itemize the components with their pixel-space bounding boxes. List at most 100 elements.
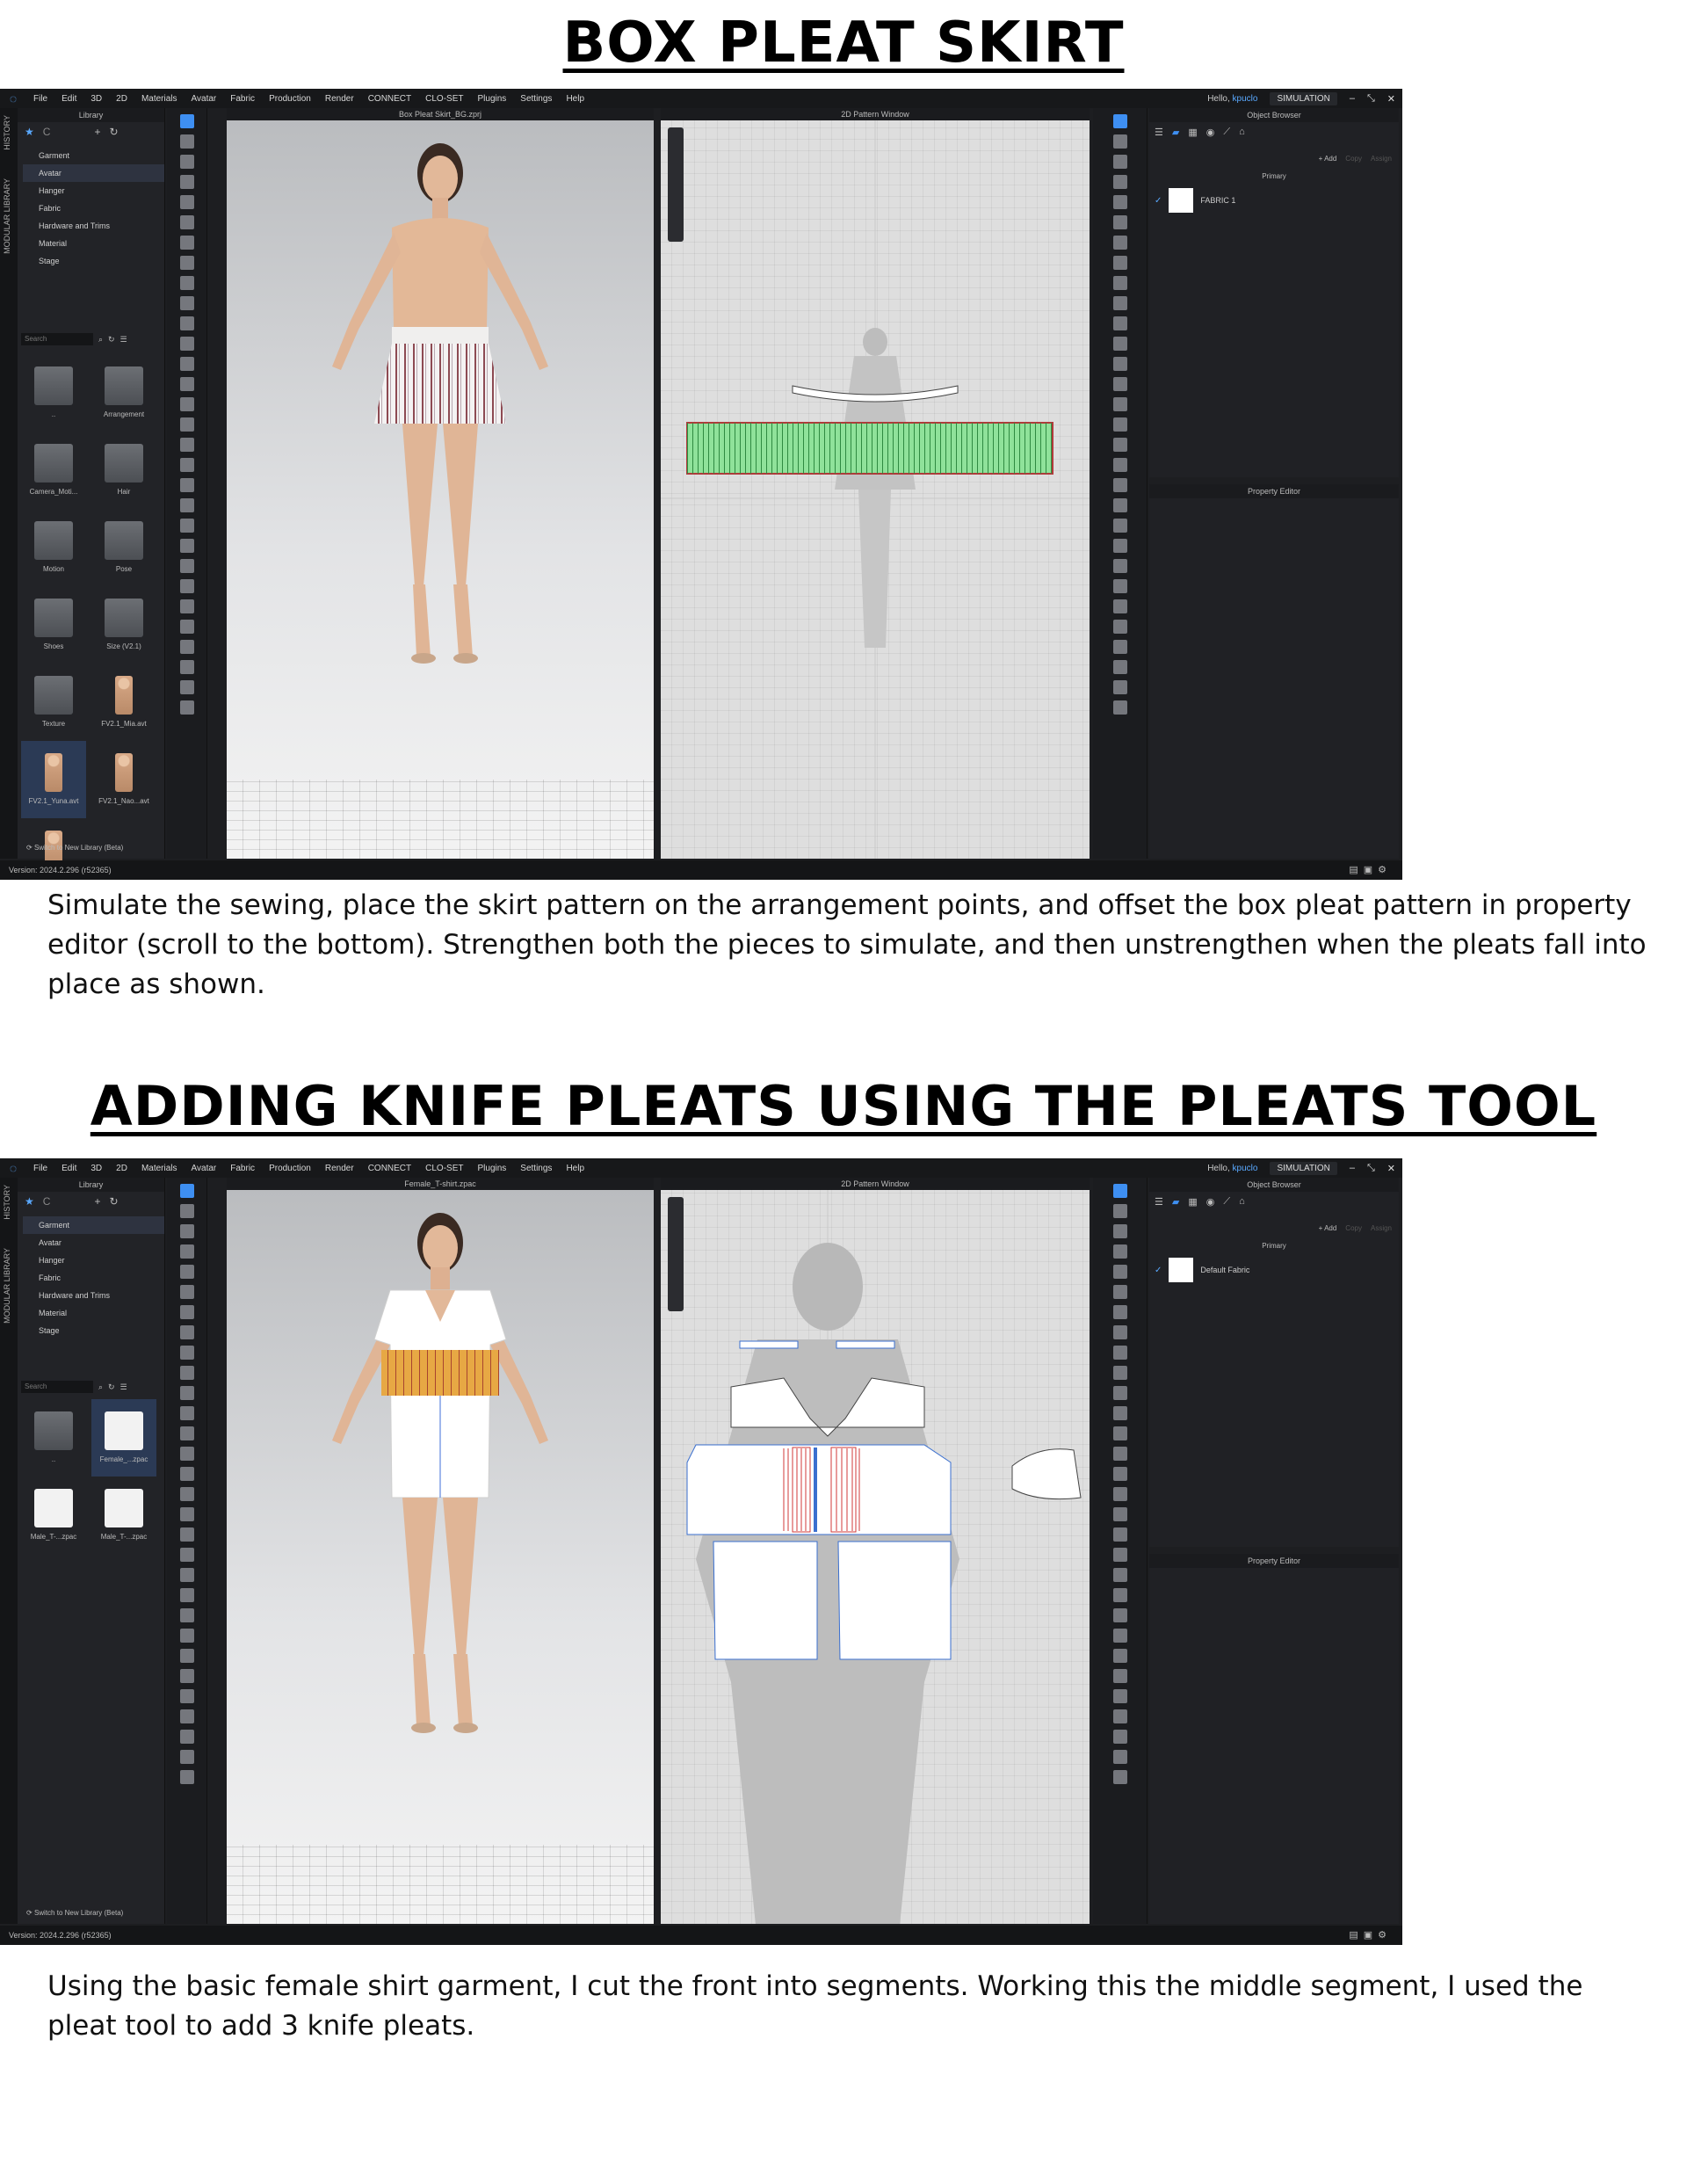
tool-icon[interactable]: [1112, 256, 1127, 270]
tree-item-fabric[interactable]: Fabric: [23, 1269, 164, 1287]
username[interactable]: kpuclo: [1233, 94, 1258, 104]
tool-icon[interactable]: [179, 539, 194, 553]
tool-icon[interactable]: [179, 155, 194, 169]
tool-icon[interactable]: [179, 1689, 194, 1703]
switch-library-link[interactable]: ⟳ Switch to New Library (Beta): [26, 1909, 123, 1917]
tool-icon[interactable]: [1112, 337, 1127, 351]
library-item[interactable]: Male_T-...zpac: [21, 1477, 86, 1554]
folder-add-icon[interactable]: +: [94, 1195, 100, 1208]
tool-icon[interactable]: [179, 1346, 194, 1360]
tool-icon[interactable]: [1112, 1325, 1127, 1339]
tool-icon[interactable]: [179, 1709, 194, 1723]
tool-icon[interactable]: [179, 640, 194, 654]
3d-viewport[interactable]: Box Pleat Skirt_BG.zprj: [227, 108, 654, 859]
menu-item[interactable]: CLO-SET: [418, 94, 470, 104]
tool-icon[interactable]: [1112, 620, 1127, 634]
tool-icon[interactable]: [1112, 660, 1127, 674]
tool-icon[interactable]: [1112, 316, 1127, 330]
tool-icon[interactable]: [179, 599, 194, 613]
tool-icon[interactable]: [1112, 1669, 1127, 1683]
refresh-icon[interactable]: ↻: [109, 126, 118, 138]
minimize-icon[interactable]: –: [1350, 93, 1355, 104]
tool-icon[interactable]: [179, 175, 194, 189]
button-icon[interactable]: ◉: [1206, 1196, 1215, 1208]
tool-icon[interactable]: [179, 1649, 194, 1663]
2d-pattern-window[interactable]: 2D Pattern Window: [661, 108, 1090, 859]
menu-item[interactable]: Edit: [54, 1164, 83, 1173]
tool-icon[interactable]: [179, 236, 194, 250]
tool-icon[interactable]: [1112, 276, 1127, 290]
search-input[interactable]: Search: [21, 1381, 93, 1393]
status-icons[interactable]: ▤▣⚙: [1349, 1926, 1392, 1945]
menu-item[interactable]: Plugins: [470, 1164, 513, 1173]
fabric-list-item[interactable]: ✓ FABRIC 1: [1155, 187, 1394, 214]
primary-colorway[interactable]: Primary: [1149, 170, 1399, 184]
minimize-icon[interactable]: –: [1350, 1163, 1355, 1173]
tool-icon[interactable]: [1112, 680, 1127, 694]
tool-icon[interactable]: [179, 1366, 194, 1380]
tree-item-hardware[interactable]: Hardware and Trims: [23, 1287, 164, 1304]
tool-icon[interactable]: [1112, 236, 1127, 250]
tool-icon[interactable]: [1112, 1750, 1127, 1764]
tool-icon[interactable]: [179, 215, 194, 229]
tool-icon[interactable]: [179, 620, 194, 634]
status-icons[interactable]: ▤▣⚙: [1349, 860, 1392, 880]
tool-icon[interactable]: [179, 1426, 194, 1440]
tool-icon[interactable]: [179, 1750, 194, 1764]
tool-icon[interactable]: [179, 1487, 194, 1501]
menu-item[interactable]: Settings: [513, 1164, 559, 1173]
menu-item[interactable]: CONNECT: [361, 94, 418, 104]
tree-item-material[interactable]: Material: [23, 1304, 164, 1322]
search-icon[interactable]: ⌕: [98, 1382, 103, 1392]
menu-item[interactable]: 2D: [109, 1164, 134, 1173]
menu-item[interactable]: Avatar: [185, 94, 224, 104]
refresh-icon[interactable]: ↻: [109, 1195, 118, 1208]
tool-icon[interactable]: [1112, 114, 1127, 128]
menu-item[interactable]: Materials: [134, 1164, 185, 1173]
restore-icon[interactable]: ⤡: [1367, 93, 1375, 105]
tool-icon[interactable]: [179, 1548, 194, 1562]
tool-icon[interactable]: [179, 256, 194, 270]
button-icon[interactable]: ◉: [1206, 127, 1215, 138]
tool-icon[interactable]: [179, 357, 194, 371]
menu-item[interactable]: 3D: [83, 1164, 109, 1173]
fabric-tab-icon[interactable]: ▰: [1172, 127, 1179, 138]
menu-item[interactable]: Fabric: [223, 1164, 262, 1173]
tree-item-avatar[interactable]: Avatar: [23, 1234, 164, 1252]
tree-item-material[interactable]: Material: [23, 235, 164, 252]
menu-item[interactable]: Fabric: [223, 94, 262, 104]
tool-icon[interactable]: [1112, 1244, 1127, 1259]
search-icon[interactable]: ⌕: [98, 335, 103, 345]
tool-icon[interactable]: [179, 1588, 194, 1602]
list-icon[interactable]: ☰: [1155, 127, 1163, 138]
library-item[interactable]: Pose: [91, 509, 156, 586]
fabric-tab-icon[interactable]: ▰: [1172, 1196, 1179, 1208]
fabric-list-item[interactable]: ✓ Default Fabric: [1155, 1257, 1394, 1283]
tool-icon[interactable]: [179, 498, 194, 512]
clo-icon[interactable]: C: [43, 126, 51, 138]
tool-icon[interactable]: [179, 296, 194, 310]
modular-library-tab[interactable]: MODULAR LIBRARY: [3, 1248, 11, 1324]
tool-icon[interactable]: [1112, 357, 1127, 371]
zipper-icon[interactable]: ⟋: [1223, 127, 1230, 138]
2d-pattern-window[interactable]: 2D Pattern Window: [661, 1178, 1090, 1924]
tree-item-garment[interactable]: Garment: [23, 147, 164, 164]
tool-icon[interactable]: [179, 1467, 194, 1481]
menu-item[interactable]: Edit: [54, 94, 83, 104]
tool-icon[interactable]: [179, 579, 194, 593]
tree-item-stage[interactable]: Stage: [23, 252, 164, 270]
assign-fabric-button[interactable]: Assign: [1371, 1224, 1392, 1232]
menu-item[interactable]: 2D: [109, 94, 134, 104]
tool-icon[interactable]: [1112, 458, 1127, 472]
tool-icon[interactable]: [1112, 1507, 1127, 1521]
tree-item-hanger[interactable]: Hanger: [23, 182, 164, 200]
tool-icon[interactable]: [179, 195, 194, 209]
tool-icon[interactable]: [179, 1730, 194, 1744]
menu-item[interactable]: CONNECT: [361, 1164, 418, 1173]
tool-icon[interactable]: [179, 316, 194, 330]
tool-icon[interactable]: [1112, 1285, 1127, 1299]
tool-icon[interactable]: [1112, 700, 1127, 715]
assign-fabric-button[interactable]: Assign: [1371, 155, 1392, 163]
menu-item[interactable]: Settings: [513, 94, 559, 104]
tool-icon[interactable]: [179, 1770, 194, 1784]
